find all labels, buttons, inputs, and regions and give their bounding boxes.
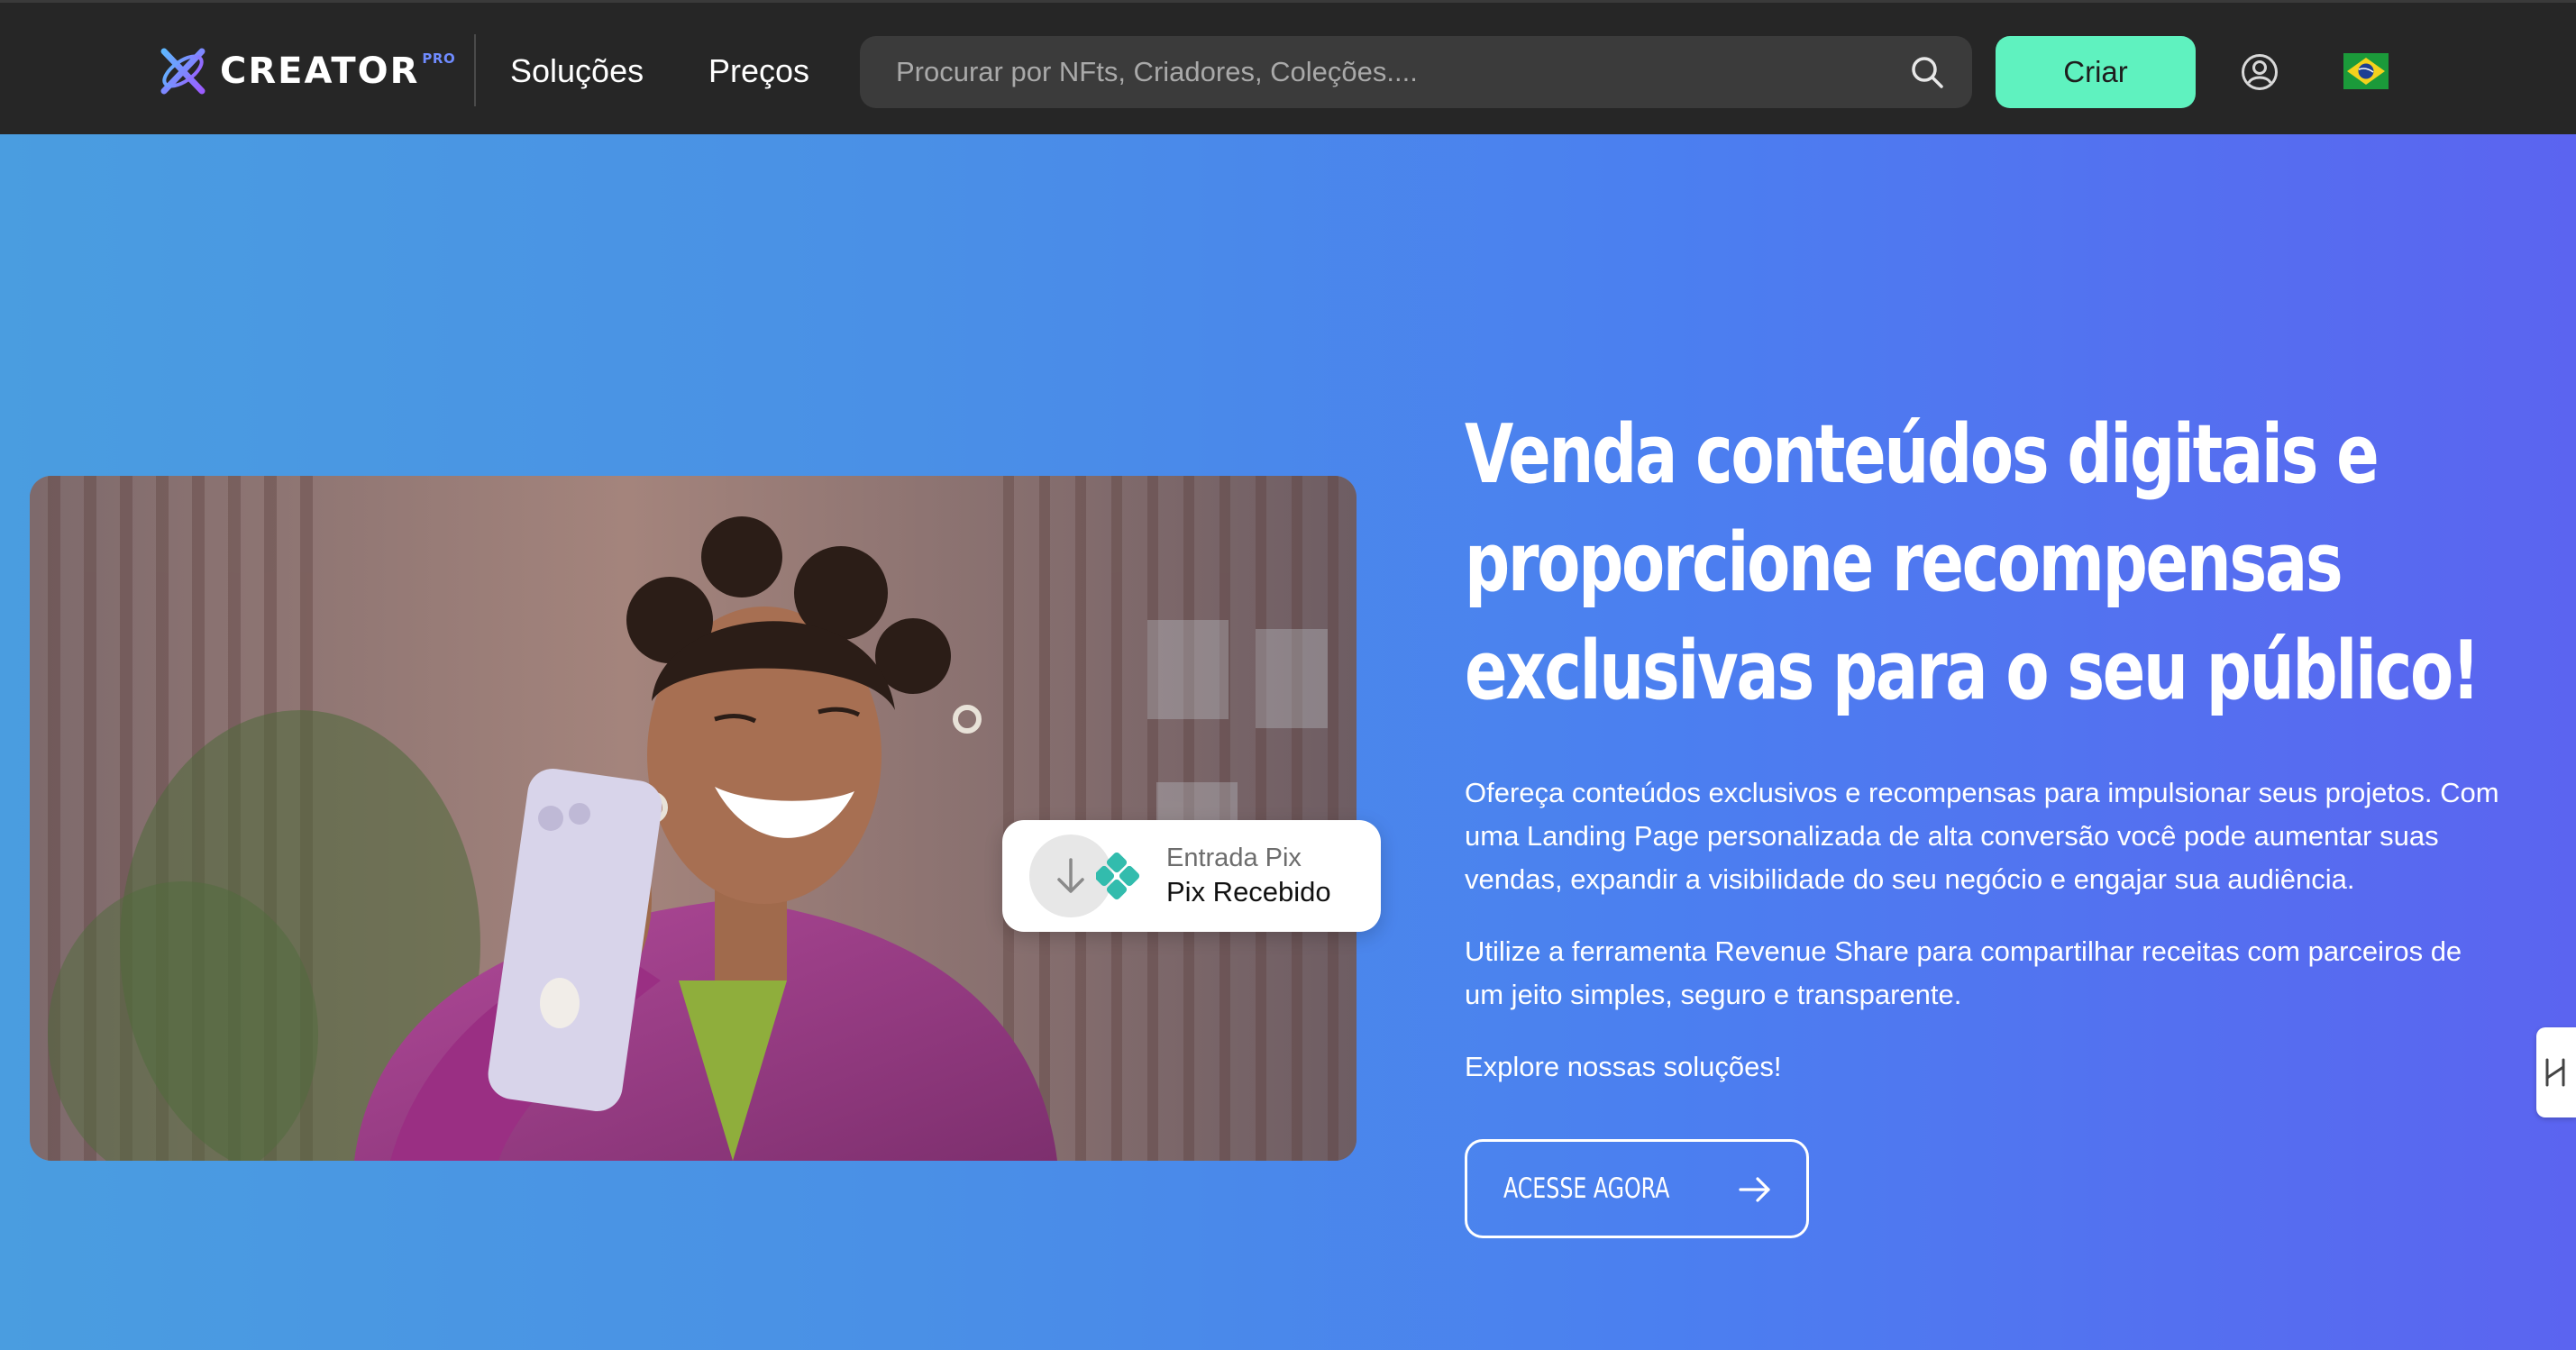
hero-photo-woman-selfie bbox=[30, 476, 1357, 1161]
logo-superscript: PRO bbox=[422, 50, 456, 67]
nav-link-precos[interactable]: Preços bbox=[708, 50, 809, 93]
search-icon[interactable] bbox=[1909, 54, 1945, 90]
logo-text: CREATOR bbox=[220, 50, 420, 92]
header-divider bbox=[474, 34, 476, 106]
hero-paragraph-2: Utilize a ferramenta Revenue Share para … bbox=[1465, 935, 2462, 1010]
create-button[interactable]: Criar bbox=[1996, 36, 2196, 108]
side-widget-tab[interactable] bbox=[2536, 1027, 2576, 1117]
access-now-button[interactable]: ACESSE AGORA bbox=[1465, 1139, 1809, 1238]
pix-logo-icon bbox=[1096, 853, 1140, 900]
hero-title: Venda conteúdos digitais e proporcione r… bbox=[1465, 401, 2480, 725]
user-icon[interactable] bbox=[2241, 53, 2279, 91]
pix-card-status: Pix Recebido bbox=[1166, 876, 1331, 908]
search-input[interactable]: Procurar por NFts, Criadores, Coleções..… bbox=[896, 36, 1418, 108]
pix-card-label: Entrada Pix bbox=[1166, 844, 1302, 872]
widget-handle-icon bbox=[2545, 1058, 2565, 1087]
hero-paragraph-1: Ofereça conteúdos exclusivos e recompens… bbox=[1465, 777, 2499, 895]
hero-title-line-1: Venda conteúdos digitais e bbox=[1465, 407, 2380, 502]
access-now-label: ACESSE AGORA bbox=[1503, 1172, 1670, 1205]
top-navigation-bar: CREATOR PRO Soluções Preços Procurar por… bbox=[0, 0, 2576, 134]
logo-mark-icon bbox=[160, 48, 206, 95]
search-bar[interactable]: Procurar por NFts, Criadores, Coleções..… bbox=[860, 36, 1972, 108]
hero-title-line-3: exclusivas para o seu público! bbox=[1465, 624, 2480, 718]
hero-paragraph-3: Explore nossas soluções! bbox=[1465, 1051, 1782, 1082]
pix-notification-card: Entrada Pix Pix Recebido bbox=[1002, 820, 1381, 932]
arrow-right-icon bbox=[1739, 1177, 1770, 1202]
creator-pro-logo[interactable]: CREATOR PRO bbox=[159, 44, 455, 98]
brazil-flag-icon[interactable] bbox=[2343, 53, 2389, 89]
hero-title-line-2: proporcione recompensas bbox=[1465, 515, 2343, 610]
nav-link-solucoes[interactable]: Soluções bbox=[510, 50, 644, 93]
